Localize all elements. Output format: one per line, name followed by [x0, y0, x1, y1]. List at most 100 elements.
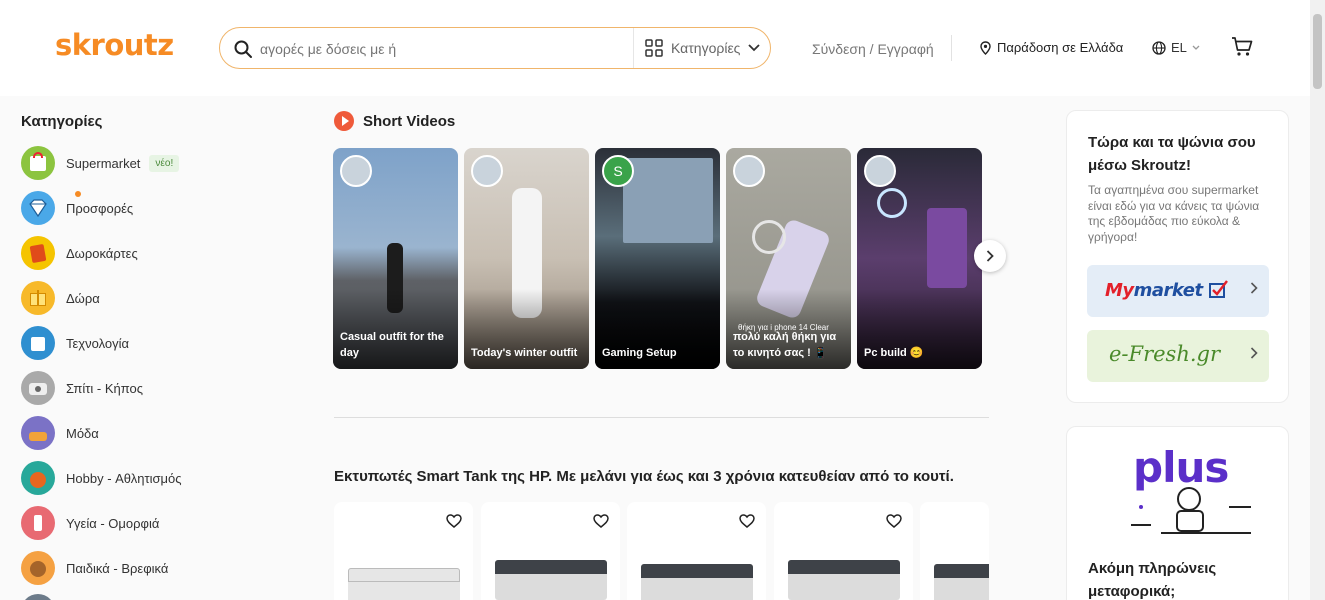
search-input[interactable]: [260, 38, 630, 60]
kids-icon: [21, 551, 55, 585]
product-image: [934, 564, 989, 600]
avatar: S: [602, 155, 634, 187]
fashion-icon: [21, 416, 55, 450]
avatar: [733, 155, 765, 187]
product-image: [348, 568, 460, 600]
scrollbar-thumb[interactable]: [1313, 14, 1322, 89]
short-videos-title: Short Videos: [363, 112, 456, 130]
product-image: [641, 564, 753, 600]
sidebar-item-label: Δώρα: [66, 290, 100, 306]
heart-icon[interactable]: [736, 510, 758, 532]
heart-icon[interactable]: [883, 510, 905, 532]
main-content: Short Videos Casual outfit for the day T…: [210, 96, 1055, 600]
notification-dot: [75, 191, 81, 197]
scrollbar[interactable]: [1310, 0, 1325, 600]
delivery-location[interactable]: Παράδοση σε Ελλάδα: [980, 40, 1123, 55]
sidebar-item-home-garden[interactable]: Σπίτι - Κήπος: [21, 371, 143, 405]
product-card[interactable]: [481, 502, 620, 600]
sidebar-item-kids-baby[interactable]: Παιδικά - Βρεφικά: [21, 551, 168, 585]
sidebar-item-gift-cards[interactable]: Δωροκάρτες: [21, 236, 138, 270]
supermarket-icon: [21, 146, 55, 180]
sidebar-item-label: Προσφορές: [66, 200, 134, 216]
skroutz-logo[interactable]: skroutz: [55, 28, 174, 62]
product-card[interactable]: [627, 502, 766, 600]
sidebar-item-label: Σπίτι - Κήπος: [66, 380, 144, 396]
efresh-logo: e-Fresh.gr: [1109, 342, 1221, 366]
video-caption: Today's winter outfit: [471, 347, 578, 359]
video-caption: πολύ καλή θήκη για το κινητό σας ! 📱: [733, 331, 837, 359]
cart-icon[interactable]: [1231, 37, 1253, 57]
delivery-label: Παράδοση σε Ελλάδα: [997, 40, 1124, 55]
video-caption: Casual outfit for the day: [340, 331, 444, 359]
mymarket-link[interactable]: Mymarket: [1087, 265, 1269, 317]
product-card[interactable]: [920, 502, 989, 600]
categories-dropdown[interactable]: Κατηγορίες: [645, 39, 761, 57]
language-label: EL: [1171, 40, 1187, 55]
video-caption: Gaming Setup: [602, 347, 677, 359]
beauty-icon: [21, 506, 55, 540]
sidebar-item-more[interactable]: [21, 594, 55, 600]
promo-title[interactable]: Εκτυπωτές Smart Tank της HP. Με μελάνι γ…: [334, 468, 954, 485]
diamond-icon: [21, 191, 55, 225]
chevron-down-icon: [1192, 45, 1200, 50]
sidebar-item-gifts[interactable]: Δώρα: [21, 281, 100, 315]
video-card[interactable]: Casual outfit for the day: [333, 148, 458, 369]
header: skroutz Κατηγορίες Σύνδεση / Εγγραφή Παρ…: [0, 0, 1310, 96]
login-link[interactable]: Σύνδεση / Εγγραφή: [812, 41, 934, 57]
heart-icon[interactable]: [590, 510, 612, 532]
video-caption: Pc build 😊: [864, 347, 924, 359]
chevron-right-icon: [1250, 282, 1258, 294]
supermarket-card: Τώρα και τα ψώνια σου μέσω Skroutz! Τα α…: [1066, 110, 1289, 403]
sidebar-item-label: Δωροκάρτες: [66, 245, 138, 261]
globe-icon: [1152, 40, 1166, 55]
heart-icon[interactable]: [443, 510, 465, 532]
video-card[interactable]: θήκη για i phone 14 Clear πολύ καλή θήκη…: [726, 148, 851, 369]
chevron-right-icon: [1250, 347, 1258, 359]
sidebar-item-hobby-sports[interactable]: Hobby - Αθλητισμός: [21, 461, 182, 495]
sidebar-item-label: Supermarket: [66, 155, 141, 171]
plus-mascot-illustration: [1131, 487, 1251, 534]
sidebar-item-health-beauty[interactable]: Υγεία - Ομορφιά: [21, 506, 159, 540]
sidebar-item-technology[interactable]: Τεχνολογία: [21, 326, 129, 360]
carousel-next-button[interactable]: [974, 240, 1006, 272]
supermarket-card-title: Τώρα και τα ψώνια σου μέσω Skroutz!: [1088, 134, 1256, 174]
plus-card-title: Ακόμη πληρώνεις μεταφορικά;: [1088, 560, 1217, 600]
sidebar-item-label: Παιδικά - Βρεφικά: [66, 560, 169, 576]
location-pin-icon: [980, 40, 991, 55]
video-card[interactable]: S Gaming Setup: [595, 148, 720, 369]
short-videos-header: Short Videos: [334, 111, 455, 131]
section-divider: [334, 417, 989, 418]
categories-label: Κατηγορίες: [671, 40, 741, 56]
mymarket-logo: Mymarket: [1105, 280, 1203, 301]
search-divider: [633, 28, 634, 68]
efresh-link[interactable]: e-Fresh.gr: [1087, 330, 1269, 382]
play-icon: [334, 111, 354, 131]
search-bar[interactable]: Κατηγορίες: [219, 27, 771, 69]
supermarket-card-text: Τα αγαπημένα σου supermarket είναι εδώ γ…: [1088, 183, 1260, 244]
product-image: [495, 560, 607, 600]
avatar: [471, 155, 503, 187]
language-selector[interactable]: EL: [1152, 40, 1200, 55]
sidebar-item-offers[interactable]: Προσφορές: [21, 191, 133, 225]
grid-icon: [645, 39, 663, 57]
video-thumbnail-screen: [623, 158, 713, 243]
sidebar-item-fashion[interactable]: Μόδα: [21, 416, 99, 450]
search-icon[interactable]: [233, 39, 253, 59]
new-badge: νέο!: [149, 154, 180, 172]
gift-icon: [21, 281, 55, 315]
home-garden-icon: [21, 371, 55, 405]
video-card[interactable]: Pc build 😊: [857, 148, 982, 369]
sidebar-item-supermarket[interactable]: Supermarket νέο!: [21, 146, 180, 180]
header-divider: [951, 35, 952, 61]
chevron-down-icon: [748, 44, 761, 52]
product-card[interactable]: [774, 502, 913, 600]
sidebar-item-label: Υγεία - Ομορφιά: [66, 515, 160, 531]
categories-sidebar: Κατηγορίες Supermarket νέο! Προσφορές Δω…: [0, 96, 210, 600]
sidebar-title: Κατηγορίες: [21, 113, 103, 130]
video-card[interactable]: Today's winter outfit: [464, 148, 589, 369]
sidebar-item-label: Hobby - Αθλητισμός: [66, 470, 182, 486]
category-icon: [21, 594, 55, 600]
product-card[interactable]: [334, 502, 473, 600]
chevron-right-icon: [986, 250, 994, 262]
gift-card-icon: [21, 236, 55, 270]
